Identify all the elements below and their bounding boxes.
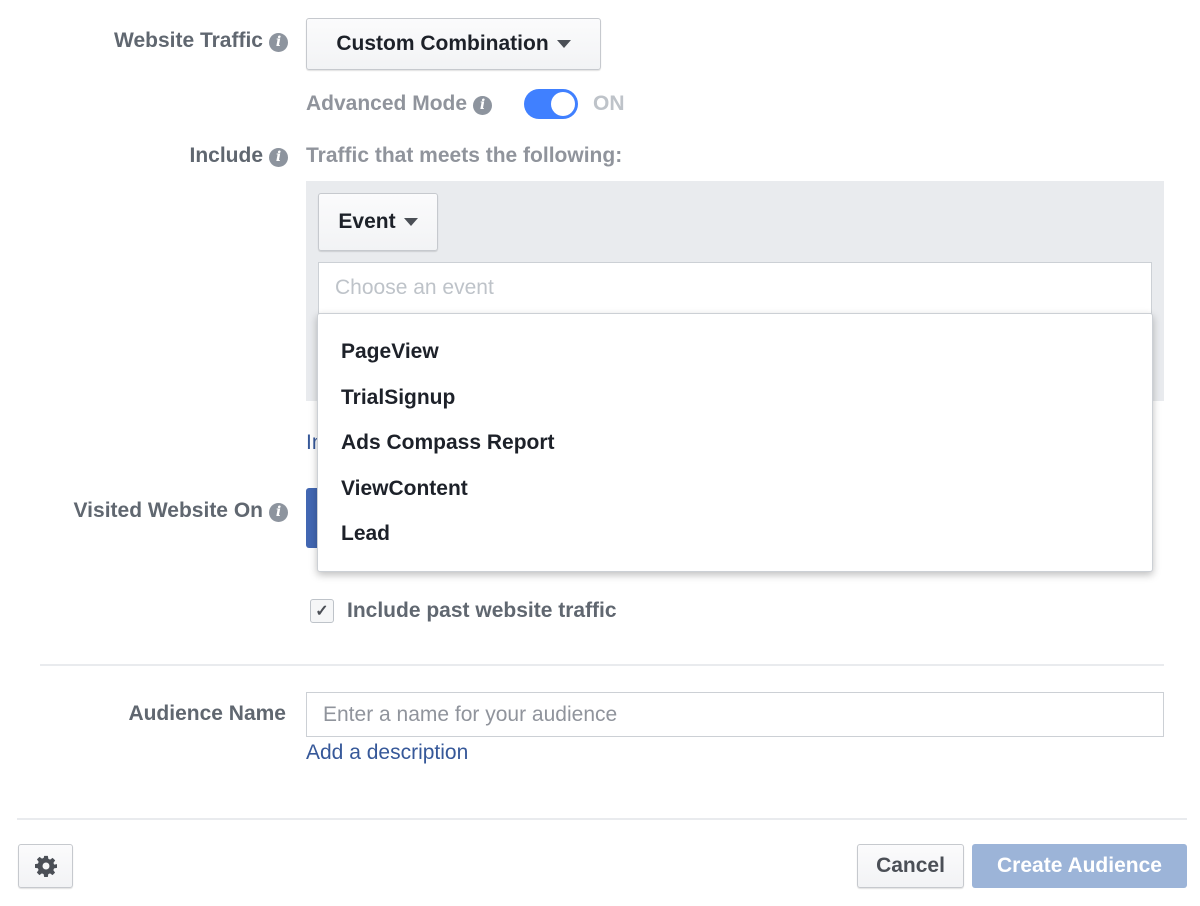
toggle-knob — [551, 92, 575, 116]
caret-down-icon — [556, 40, 571, 48]
create-audience-button[interactable]: Create Audience — [972, 844, 1187, 888]
gear-icon — [34, 855, 57, 877]
advanced-mode-state: ON — [593, 92, 625, 115]
website-traffic-selected: Custom Combination — [336, 32, 549, 55]
advanced-mode-toggle[interactable] — [524, 89, 578, 119]
event-option[interactable]: PageView — [341, 340, 439, 364]
website-traffic-label: Website Traffic i — [114, 29, 288, 53]
website-traffic-label-text: Website Traffic — [114, 29, 263, 52]
advanced-mode-label-text: Advanced Mode — [306, 92, 468, 115]
audience-name-label: Audience Name — [128, 702, 286, 725]
cancel-button[interactable]: Cancel — [857, 844, 964, 888]
settings-button[interactable] — [18, 844, 73, 888]
add-description-link[interactable]: Add a description — [306, 741, 468, 765]
event-option[interactable]: Ads Compass Report — [341, 431, 555, 455]
info-icon[interactable]: i — [473, 96, 493, 115]
past-traffic-label[interactable]: Include past website traffic — [347, 599, 617, 623]
event-input[interactable]: Choose an event — [318, 262, 1152, 314]
past-traffic-checkbox[interactable]: ✓ — [310, 599, 334, 623]
footer-divider — [17, 818, 1187, 820]
info-icon[interactable]: i — [269, 148, 288, 167]
visited-website-on-label-text: Visited Website On — [73, 499, 263, 522]
rule-type-selected: Event — [338, 210, 396, 233]
visited-website-on-label: Visited Website On i — [74, 499, 288, 523]
event-option[interactable]: ViewContent — [341, 477, 468, 501]
audience-name-input[interactable]: Enter a name for your audience — [306, 692, 1164, 737]
event-option[interactable]: Lead — [341, 522, 390, 546]
audience-name-placeholder: Enter a name for your audience — [323, 702, 618, 726]
include-label-text: Include — [189, 144, 263, 167]
section-divider — [40, 664, 1164, 666]
rule-type-dropdown[interactable]: Event — [318, 193, 438, 251]
event-input-placeholder: Choose an event — [335, 276, 494, 299]
event-dropdown-menu: PageView TrialSignup Ads Compass Report … — [317, 313, 1153, 572]
caret-down-icon — [403, 218, 418, 226]
website-traffic-dropdown[interactable]: Custom Combination — [306, 18, 601, 70]
advanced-mode-label: Advanced Mode i — [306, 92, 493, 116]
info-icon[interactable]: i — [269, 33, 288, 52]
include-label: Include i — [189, 144, 288, 168]
info-icon[interactable]: i — [269, 503, 288, 522]
event-option[interactable]: TrialSignup — [341, 386, 455, 410]
checkmark-icon: ✓ — [315, 603, 329, 620]
include-description: Traffic that meets the following: — [306, 144, 623, 167]
